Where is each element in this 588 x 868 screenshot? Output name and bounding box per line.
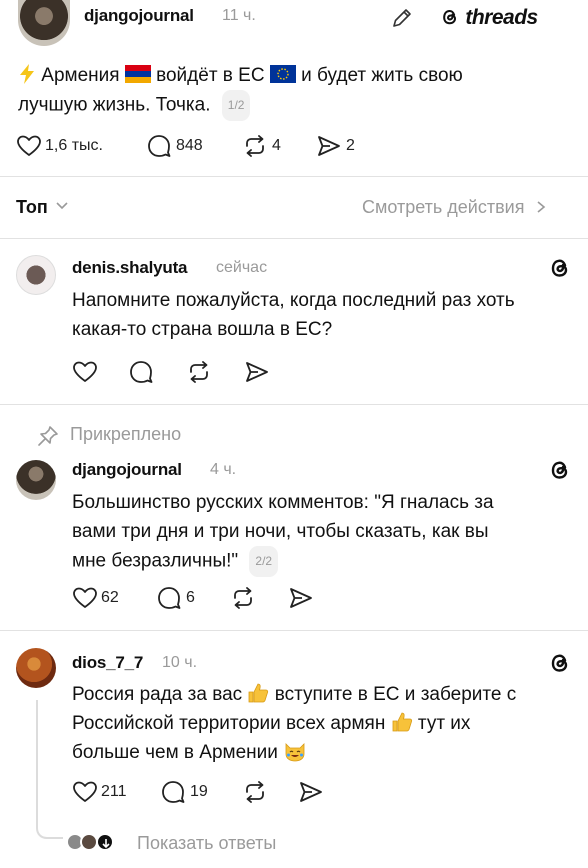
sort-label: Топ [16,197,48,217]
post-text-part: Армения [41,65,120,86]
repost-icon[interactable] [186,360,212,384]
threads-logo-icon [443,9,457,25]
reply-text-line: какая-то страна вошла в ЕС? [72,319,333,340]
post-time: 11 ч. [222,7,256,24]
share-icon[interactable] [244,360,270,384]
post-author-avatar[interactable] [18,0,70,46]
comment-count[interactable]: 848 [176,137,203,155]
lightning-icon [20,64,34,84]
reply-text-part: тут их [417,713,471,734]
comment-count[interactable]: 6 [186,589,195,607]
reply-text-line: Большинство русских комментов: "Я гналас… [72,492,494,513]
reply-author-avatar[interactable] [16,460,56,500]
repost-icon[interactable] [242,780,268,804]
reply-time: сейчас [216,259,268,276]
thumbs-up-icon [392,712,412,732]
threads-logo-icon[interactable] [548,458,572,482]
like-count[interactable]: 62 [101,589,119,607]
reply-counter: 2/2 [249,546,279,577]
like-count[interactable]: 211 [101,783,127,801]
pin-icon [38,426,58,446]
heart-icon[interactable] [72,780,98,804]
chevron-down-icon [56,202,68,210]
share-icon[interactable] [298,780,324,804]
arrow-down-icon [102,839,110,849]
post-text-part: и будет жить свою [301,65,463,86]
reply-text: Напомните пожалуйста, когда последний ра… [72,286,582,344]
share-icon[interactable] [316,134,342,158]
reply-author-username[interactable]: dios_7_7 [72,653,143,673]
reply-time: 10 ч. [162,654,198,671]
thread-line-curve [36,820,63,839]
post-text: Армения войдёт в ЕС и будет жить свою лу… [18,61,578,121]
reply-text-part: больше чем в Армении [72,742,278,763]
post-text-part: войдёт в ЕС [156,65,265,86]
post-author-username[interactable]: djangojournal [84,6,194,26]
share-icon[interactable] [288,586,314,610]
reply-text: Большинство русских комментов: "Я гналас… [72,488,582,577]
reply-text-line: Напомните пожалуйста, когда последний ра… [72,290,515,311]
reply-text-line: мне безразличны!" [72,550,239,572]
heart-icon[interactable] [72,360,98,384]
reply-time: 4 ч. [210,461,237,478]
reply-text-part: вступите в ЕС и заберите с [274,684,517,705]
threads-logo-text: threads [465,6,538,29]
repost-count[interactable]: 4 [272,137,281,155]
heart-icon[interactable] [16,134,42,158]
threads-logo-icon[interactable] [548,256,572,280]
share-count[interactable]: 2 [346,137,355,155]
eu-flag-icon [269,65,296,83]
view-activity-label: Смотреть действия [362,197,525,217]
comment-icon[interactable] [146,134,172,158]
edit-icon[interactable] [390,6,414,30]
threads-logo[interactable]: threads [440,6,538,30]
armenia-flag-icon [124,65,151,83]
view-activity-link[interactable]: Смотреть действия [362,197,547,218]
post-text-part: лучшую жизнь. Точка. [18,94,211,116]
reply-author-avatar[interactable] [16,648,56,688]
crying-laughing-cat-icon [285,743,305,762]
repost-icon[interactable] [230,586,256,610]
heart-icon[interactable] [72,586,98,610]
like-count[interactable]: 1,6 тыс. [45,137,103,155]
reply-text-part: Россия рада за вас [72,684,243,705]
reply-text-part: Российской территории всех армян [72,713,386,734]
reply-author-username[interactable]: djangojournal [72,460,182,480]
post-counter: 1/2 [221,90,251,121]
pinned-label: Прикреплено [70,424,182,444]
comment-icon[interactable] [160,780,186,804]
thread-line [36,700,38,825]
comment-icon[interactable] [156,586,182,610]
divider [0,404,588,405]
threads-logo-icon[interactable] [548,651,572,675]
sort-dropdown[interactable]: Топ [16,197,69,218]
show-replies-link[interactable]: Показать ответы [137,833,276,854]
reply-author-username[interactable]: denis.shalyuta [72,258,187,278]
reply-text-line: вами три дня и три ночи, чтобы сказать, … [72,521,489,542]
divider [0,630,588,631]
repost-icon[interactable] [242,134,268,158]
chevron-right-icon [537,201,546,213]
divider [0,238,588,239]
comment-count[interactable]: 19 [190,783,208,801]
reply-author-avatar[interactable] [16,255,56,295]
thumbs-up-icon [249,683,269,703]
reply-text: Россия рада за вас вступите в ЕС и забер… [72,680,584,767]
divider [0,176,588,177]
comment-icon[interactable] [128,360,154,384]
